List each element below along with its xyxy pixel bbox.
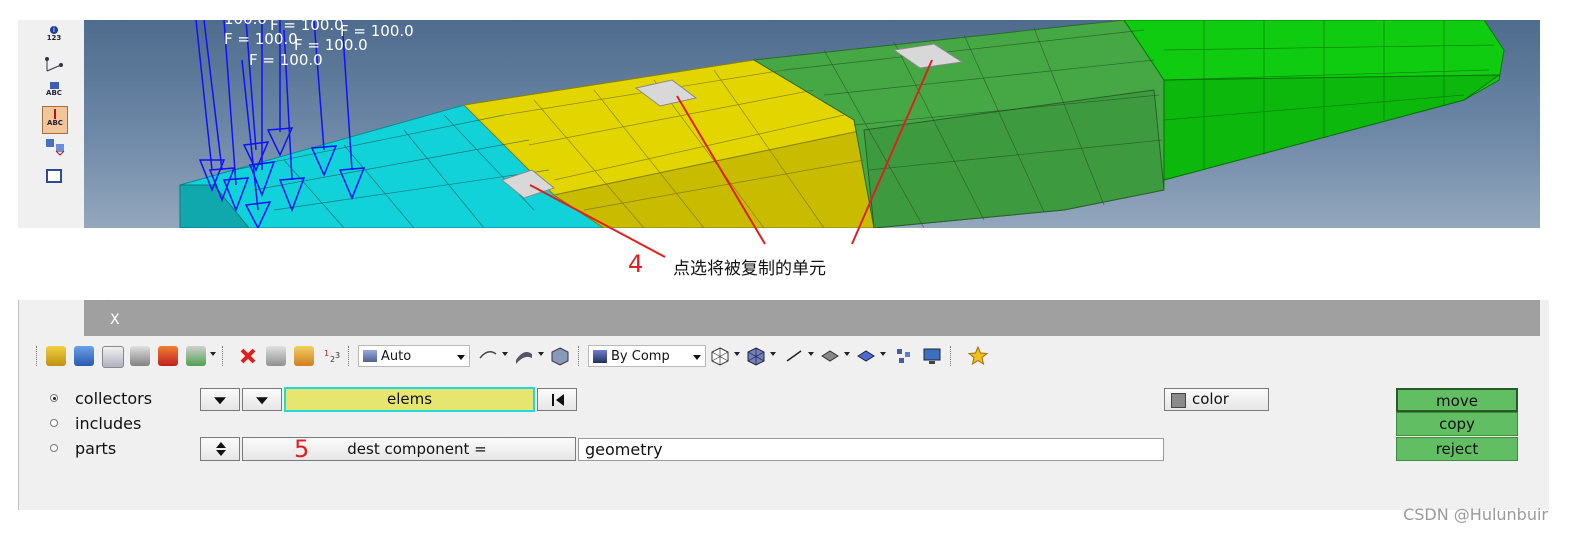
copy-button[interactable]: copy — [1396, 412, 1518, 436]
chevron-down-icon — [256, 396, 268, 404]
elems-selector-label: elems — [386, 390, 433, 408]
property-icon[interactable] — [102, 346, 124, 368]
plane-icon[interactable] — [820, 346, 840, 366]
monitor-icon[interactable] — [922, 346, 942, 366]
up-down-arrow-icon — [216, 442, 226, 456]
annotation-caption: 点选将被复制的单元 — [673, 259, 826, 279]
vertical-toolbar: i 123 ABC ABC — [18, 20, 85, 228]
color-by-icon — [593, 350, 607, 363]
watermark: CSDN @Hulunbuir — [1403, 505, 1548, 524]
chevron-down-icon[interactable] — [734, 352, 740, 356]
color-by-value: By Comp — [611, 349, 670, 364]
move-button-label: move — [1436, 392, 1478, 410]
model-viewport[interactable]: 100.0 F = 100.0 F = 100.0 F = 100.0 F = … — [84, 20, 1540, 228]
color-by-dropdown[interactable]: By Comp — [588, 345, 706, 367]
toolbar-separator — [950, 346, 953, 366]
main-toolbar: 123 Auto By Comp — [36, 342, 1036, 370]
radio-includes-label: includes — [75, 414, 142, 433]
copy-button-label: copy — [1439, 415, 1475, 433]
copy-entities-icon[interactable] — [266, 346, 286, 366]
svg-text:3: 3 — [335, 351, 340, 360]
radio-collectors[interactable] — [50, 394, 58, 402]
material-icon[interactable] — [130, 346, 150, 366]
transform-icon[interactable] — [44, 136, 65, 156]
force-label: F = 100.0 — [249, 51, 323, 69]
force-label: 100.0 — [224, 20, 267, 28]
chevron-down-icon[interactable] — [808, 352, 814, 356]
measure-icon[interactable] — [44, 56, 64, 72]
shaded-mesh-icon[interactable] — [746, 346, 766, 366]
chevron-down-icon[interactable] — [880, 352, 886, 356]
reject-button[interactable]: reject — [1396, 437, 1518, 461]
abc-label-icon[interactable]: ABC — [44, 82, 64, 98]
star-icon[interactable] — [967, 345, 989, 366]
dest-component-button[interactable]: dest component = — [242, 437, 576, 461]
chevron-down-icon — [214, 396, 226, 404]
toolbar-separator — [348, 346, 351, 366]
force-label: F = 100.0 — [224, 30, 298, 48]
selection-mode-dropdown[interactable] — [242, 388, 282, 411]
svg-text:1: 1 — [324, 349, 329, 358]
select-box-icon[interactable] — [44, 166, 64, 183]
display-mode-dropdown[interactable]: Auto — [358, 345, 470, 367]
dest-toggle-button[interactable] — [200, 437, 240, 461]
solid-cube-icon[interactable] — [550, 346, 570, 366]
line-icon[interactable] — [784, 346, 804, 366]
dest-component-value: geometry — [585, 440, 663, 459]
delete-icon[interactable] — [238, 346, 258, 366]
skip-back-icon — [552, 394, 564, 406]
shell-icon[interactable] — [856, 346, 876, 366]
chevron-down-icon — [457, 355, 465, 360]
element-groups-icon[interactable] — [894, 346, 914, 366]
load-collector-icon[interactable] — [158, 346, 178, 366]
color-swatch — [1171, 393, 1186, 408]
icon-text-abc-active: ABC — [47, 119, 63, 127]
move-entities-icon[interactable] — [294, 346, 314, 366]
display-mode-icon — [363, 350, 377, 362]
chevron-down-icon[interactable] — [502, 352, 508, 356]
chevron-down-icon[interactable] — [538, 352, 544, 356]
chevron-down-icon[interactable] — [210, 352, 216, 356]
dest-component-field[interactable]: geometry — [578, 438, 1164, 461]
icon-text-abc: ABC — [46, 89, 62, 97]
chevron-down-icon[interactable] — [844, 352, 850, 356]
radio-includes[interactable] — [50, 419, 58, 427]
move-button[interactable]: move — [1396, 388, 1518, 412]
display-mode-value: Auto — [381, 349, 412, 364]
toolbar-separator — [578, 346, 581, 366]
chevron-down-icon — [693, 355, 701, 360]
create-component-icon[interactable] — [46, 346, 66, 366]
axis-label-x: X — [110, 312, 120, 328]
component-bright-green-side — [1163, 74, 1501, 181]
step-number-5: 5 — [294, 435, 310, 463]
shaded-surface-icon[interactable] — [514, 346, 534, 366]
organize-icon[interactable] — [186, 346, 206, 366]
radio-parts[interactable] — [50, 444, 58, 452]
icon-text-123: 123 — [46, 34, 62, 42]
entity-type-dropdown[interactable] — [200, 388, 240, 411]
toolbar-separator — [222, 346, 225, 366]
reset-selection-button[interactable] — [537, 388, 577, 411]
color-button-label: color — [1192, 390, 1229, 408]
bottom-viewport-strip — [84, 300, 1540, 336]
dest-component-label: dest component = — [347, 440, 487, 458]
chevron-down-icon[interactable] — [770, 352, 776, 356]
radio-collectors-label: collectors — [75, 389, 153, 408]
radio-parts-label: parts — [75, 439, 117, 458]
elems-selector[interactable]: elems — [284, 387, 535, 412]
renumber-icon[interactable]: 123 — [322, 346, 342, 366]
info-icon[interactable]: i 123 — [44, 26, 64, 42]
color-button[interactable]: color — [1164, 388, 1269, 411]
abc-active-icon[interactable]: ABC — [42, 106, 68, 134]
wireframe-icon[interactable] — [478, 346, 498, 366]
reject-button-label: reject — [1435, 440, 1479, 458]
component-icon[interactable] — [74, 346, 94, 366]
step-number-4: 4 — [628, 250, 644, 278]
toolbar-grip — [36, 346, 39, 366]
mesh-cube-icon[interactable] — [710, 346, 730, 366]
